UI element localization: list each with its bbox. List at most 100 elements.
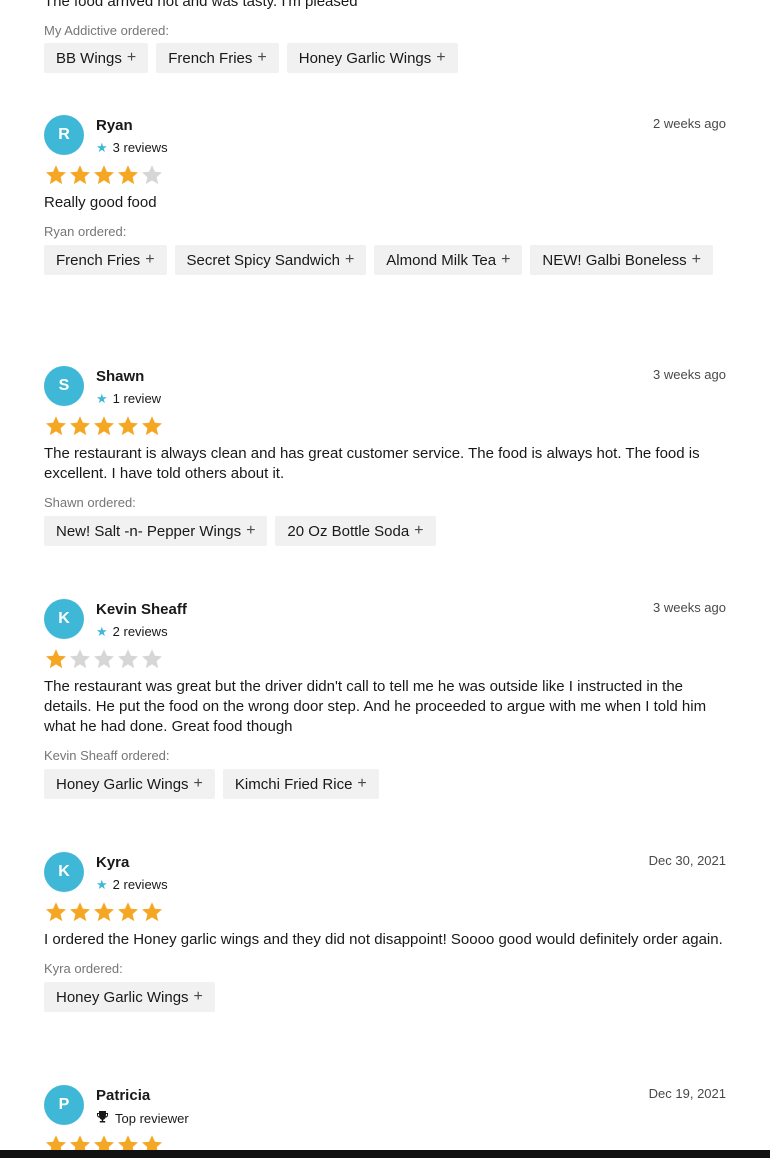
review-text: I ordered the Honey garlic wings and the… bbox=[44, 931, 723, 948]
reviewer-badge: Top reviewer bbox=[115, 1110, 189, 1126]
item-chip[interactable]: Honey Garlic Wings + bbox=[286, 43, 458, 73]
star-icon: ★ bbox=[96, 877, 108, 892]
review-card: P Patricia Top reviewer Dec 19, 2021 bbox=[44, 1085, 726, 1157]
review-count: 2 reviews bbox=[112, 877, 168, 892]
review-text: The restaurant is always clean and has g… bbox=[44, 445, 700, 482]
star-filled-icon bbox=[46, 416, 66, 436]
plus-icon: + bbox=[145, 251, 155, 268]
star-icon: ★ bbox=[96, 391, 108, 406]
star-rating bbox=[44, 414, 726, 438]
star-empty-icon bbox=[118, 649, 138, 669]
star-filled-icon bbox=[46, 902, 66, 922]
plus-icon: + bbox=[357, 775, 367, 792]
star-rating bbox=[44, 900, 726, 924]
star-filled-icon bbox=[46, 165, 66, 185]
plus-icon: + bbox=[414, 522, 424, 539]
avatar[interactable]: K bbox=[44, 852, 84, 892]
star-rating bbox=[44, 647, 726, 671]
plus-icon: + bbox=[436, 49, 446, 66]
ordered-label: Ryan ordered: bbox=[44, 224, 127, 239]
reviews-page: The food arrived hot and was tasty. I'm … bbox=[0, 0, 770, 1158]
star-filled-icon bbox=[70, 902, 90, 922]
bottom-bar bbox=[0, 1150, 770, 1158]
star-icon: ★ bbox=[96, 624, 108, 639]
ordered-items: French Fries + Secret Spicy Sandwich + Alm… bbox=[44, 245, 726, 275]
star-empty-icon bbox=[70, 649, 90, 669]
reviewer-meta: ★ 2 reviews bbox=[96, 877, 168, 893]
avatar[interactable]: K bbox=[44, 599, 84, 639]
star-filled-icon bbox=[94, 902, 114, 922]
ordered-label: My Addictive ordered: bbox=[44, 23, 170, 38]
review-card: K Kevin Sheaff ★ 2 reviews 3 weeks ago Th… bbox=[44, 599, 726, 799]
reviewer-meta: Top reviewer bbox=[96, 1110, 189, 1127]
star-icon: ★ bbox=[96, 140, 108, 155]
star-rating bbox=[44, 163, 726, 187]
review-card: R Ryan ★ 3 reviews 2 weeks ago Really goo… bbox=[44, 115, 726, 275]
plus-icon: + bbox=[501, 251, 511, 268]
item-chip[interactable]: Secret Spicy Sandwich + bbox=[174, 245, 367, 275]
plus-icon: + bbox=[126, 49, 137, 66]
reviewer-name[interactable]: Patricia bbox=[96, 1086, 150, 1106]
review-date: Dec 30, 2021 bbox=[648, 853, 726, 868]
trophy-icon bbox=[96, 1110, 109, 1127]
reviewer-meta: ★ 2 reviews bbox=[96, 624, 168, 640]
review-text: The restaurant was great but the driver … bbox=[44, 678, 707, 735]
item-chip[interactable]: NEW! Galbi Boneless + bbox=[530, 245, 713, 275]
item-chip[interactable]: BB Wings + bbox=[44, 43, 149, 73]
plus-icon: + bbox=[344, 251, 355, 268]
review-date: 2 weeks ago bbox=[653, 116, 726, 131]
review-date: 3 weeks ago bbox=[653, 600, 726, 615]
star-filled-icon bbox=[118, 902, 138, 922]
item-chip[interactable]: Almond Milk Tea + bbox=[374, 245, 523, 275]
plus-icon: + bbox=[257, 49, 267, 66]
review-date: Dec 19, 2021 bbox=[648, 1086, 726, 1101]
star-empty-icon bbox=[142, 165, 162, 185]
ordered-label: Kevin Sheaff ordered: bbox=[44, 748, 170, 763]
plus-icon: + bbox=[193, 775, 203, 792]
item-chip[interactable]: French Fries + bbox=[156, 43, 279, 73]
star-filled-icon bbox=[46, 649, 66, 669]
review-count: 3 reviews bbox=[112, 140, 168, 155]
reviewer-name[interactable]: Shawn bbox=[96, 367, 144, 387]
star-filled-icon bbox=[94, 416, 114, 436]
star-filled-icon bbox=[142, 902, 162, 922]
reviewer-meta: ★ 3 reviews bbox=[96, 140, 168, 156]
ordered-label: Kyra ordered: bbox=[44, 961, 123, 976]
review-card: S Shawn ★ 1 review 3 weeks ago The restau… bbox=[44, 366, 726, 546]
item-chip[interactable]: Honey Garlic Wings + bbox=[44, 769, 215, 799]
reviewer-name[interactable]: Kyra bbox=[96, 853, 129, 873]
review-count: 1 review bbox=[112, 391, 162, 406]
plus-icon: + bbox=[691, 251, 701, 268]
reviewer-name[interactable]: Kevin Sheaff bbox=[96, 600, 187, 620]
review-date: 3 weeks ago bbox=[653, 367, 726, 382]
ordered-items: Honey Garlic Wings + bbox=[44, 982, 726, 1012]
avatar[interactable]: S bbox=[44, 366, 84, 406]
avatar[interactable]: R bbox=[44, 115, 84, 155]
ordered-items: BB Wings + French Fries + Honey Garlic Win… bbox=[44, 43, 726, 73]
star-empty-icon bbox=[142, 649, 162, 669]
avatar[interactable]: P bbox=[44, 1085, 84, 1125]
star-filled-icon bbox=[118, 416, 138, 436]
review-text: Really good food bbox=[44, 194, 157, 211]
ordered-label: Shawn ordered: bbox=[44, 495, 136, 510]
plus-icon: + bbox=[193, 988, 203, 1005]
star-filled-icon bbox=[70, 416, 90, 436]
star-empty-icon bbox=[94, 649, 114, 669]
reviewer-name[interactable]: Ryan bbox=[96, 116, 133, 136]
star-filled-icon bbox=[70, 165, 90, 185]
item-chip[interactable]: New! Salt -n- Pepper Wings + bbox=[44, 516, 268, 546]
ordered-items: New! Salt -n- Pepper Wings + 20 Oz Bottle… bbox=[44, 516, 726, 546]
item-chip[interactable]: Kimchi Fried Rice + bbox=[222, 769, 379, 799]
item-chip[interactable]: 20 Oz Bottle Soda + bbox=[275, 516, 436, 546]
ordered-items: Honey Garlic Wings + Kimchi Fried Rice + bbox=[44, 769, 726, 799]
star-filled-icon bbox=[142, 416, 162, 436]
review-card: K Kyra ★ 2 reviews Dec 30, 2021 I ordered… bbox=[44, 852, 726, 1012]
item-chip[interactable]: Honey Garlic Wings + bbox=[44, 982, 215, 1012]
review-text: The food arrived hot and was tasty. I'm … bbox=[44, 0, 358, 10]
item-chip[interactable]: French Fries + bbox=[44, 245, 167, 275]
reviewer-meta: ★ 1 review bbox=[96, 391, 161, 407]
plus-icon: + bbox=[246, 522, 256, 539]
star-filled-icon bbox=[118, 165, 138, 185]
star-filled-icon bbox=[94, 165, 114, 185]
review-count: 2 reviews bbox=[112, 624, 168, 639]
